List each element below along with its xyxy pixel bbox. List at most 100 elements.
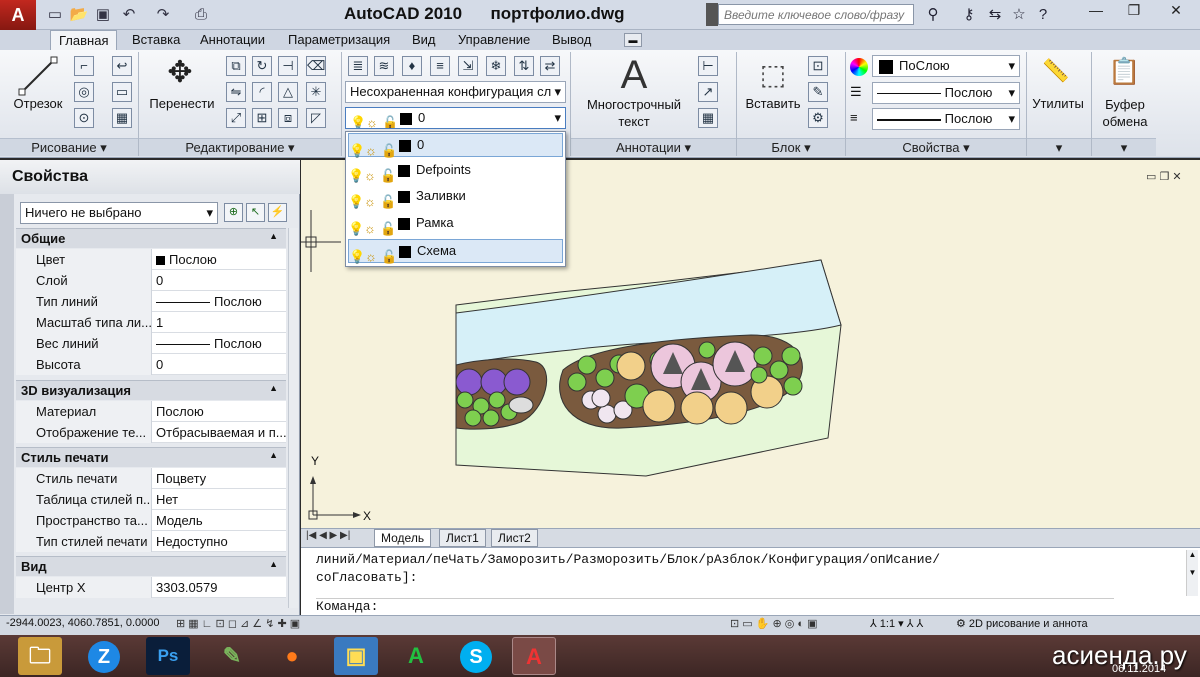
prop-row[interactable]: Тип линий Послою: [16, 291, 286, 312]
draw-panel-title[interactable]: Рисование ▾: [0, 138, 138, 156]
prop-row[interactable]: Отображение те... Отбрасываемая и п...: [16, 422, 286, 443]
prop-row[interactable]: Таблица стилей п... Нет: [16, 489, 286, 510]
selection-combo[interactable]: Ничего не выбрано ▾: [20, 202, 218, 224]
notepad-icon[interactable]: ✎: [210, 637, 254, 675]
clipboard-label[interactable]: Буфер обмена: [1094, 96, 1156, 130]
mtext-icon[interactable]: A: [616, 54, 652, 96]
prop-value[interactable]: Послою: [153, 291, 286, 312]
viewport-controls[interactable]: ▭ ❐ ✕: [1146, 170, 1182, 183]
prop-row[interactable]: Масштаб типа ли... 1: [16, 312, 286, 333]
layer-combo[interactable]: 💡☼ 🔓 0 ▾: [345, 107, 566, 129]
edit-block-icon[interactable]: ✎: [808, 82, 828, 102]
print-icon[interactable]: ⎙: [190, 4, 212, 26]
properties-panel-title[interactable]: Свойства ▾: [846, 138, 1026, 156]
prop-value[interactable]: Недоступно: [153, 531, 286, 552]
trim-icon[interactable]: ⊣: [278, 56, 298, 76]
layer-walk-icon[interactable]: ⇄: [540, 56, 560, 76]
tab-view[interactable]: Вид: [404, 30, 444, 50]
layer-off-icon[interactable]: ⇲: [458, 56, 478, 76]
color-combo[interactable]: ПоСлою ▾: [872, 55, 1020, 77]
prop-value[interactable]: 0: [153, 270, 286, 291]
circle-icon[interactable]: ◎: [74, 82, 94, 102]
a-app-icon[interactable]: A: [394, 637, 438, 675]
command-scrollbar[interactable]: ▲ ▼: [1186, 550, 1198, 596]
prop-value[interactable]: Послою: [153, 333, 286, 354]
section-general[interactable]: Общие ▲: [16, 228, 286, 248]
prop-row[interactable]: Вес линий Послою: [16, 333, 286, 354]
layer-isolate-icon[interactable]: ♦: [402, 56, 422, 76]
table-icon[interactable]: ▦: [698, 108, 718, 128]
prop-value[interactable]: Отбрасываемая и п...: [153, 422, 286, 443]
tab-home[interactable]: Главная: [50, 30, 118, 50]
exchange-icon[interactable]: ⇆: [984, 4, 1006, 26]
undo-icon[interactable]: ↶: [118, 4, 140, 26]
stretch-icon[interactable]: △: [278, 82, 298, 102]
z-app-icon[interactable]: Z: [82, 637, 126, 675]
prop-value[interactable]: Нет: [153, 489, 286, 510]
copy-icon[interactable]: ⧉: [226, 56, 246, 76]
layer-option[interactable]: 💡☼ 🔓 Схема: [348, 239, 563, 264]
quick-select-icon[interactable]: ⚡: [268, 203, 287, 222]
clipboard-icon[interactable]: 📋: [1108, 56, 1140, 92]
firefox-icon[interactable]: ●: [270, 637, 314, 675]
help-icon[interactable]: ?: [1032, 4, 1054, 26]
polyline-icon[interactable]: ⌐: [74, 56, 94, 76]
rectangle-icon[interactable]: ▭: [112, 82, 132, 102]
search-input[interactable]: Введите ключевое слово/фразу: [718, 4, 914, 25]
star-icon[interactable]: ☆: [1008, 4, 1030, 26]
mirror-icon[interactable]: ⇋: [226, 82, 246, 102]
tab-nav-arrows[interactable]: |◀ ◀ ▶ ▶|: [306, 530, 350, 541]
utilities-panel-title[interactable]: ▾: [1027, 138, 1091, 156]
scale-icon[interactable]: ⤢: [226, 108, 246, 128]
create-block-icon[interactable]: ⊡: [808, 56, 828, 76]
tab-annotate[interactable]: Аннотации: [192, 30, 273, 50]
ellipse-icon[interactable]: ⊙: [74, 108, 94, 128]
utilities-label[interactable]: Утилиты: [1026, 96, 1090, 111]
layer-freeze-icon[interactable]: ❄: [486, 56, 506, 76]
layer-option[interactable]: 💡☼ 🔓 Defpoints: [348, 159, 563, 183]
prop-row[interactable]: Пространство та... Модель: [16, 510, 286, 531]
tab-output[interactable]: Вывод: [544, 30, 599, 50]
new-file-icon[interactable]: ▭: [44, 4, 66, 26]
prop-value[interactable]: Послою: [153, 249, 286, 270]
array-icon[interactable]: ⊞: [252, 108, 272, 128]
linetype-combo[interactable]: Послою ▾: [872, 82, 1020, 104]
toggle-pickadd-icon[interactable]: ⊕: [224, 203, 243, 222]
prop-value[interactable]: 1: [153, 312, 286, 333]
command-prompt[interactable]: Команда:: [316, 598, 1114, 614]
prop-row[interactable]: Материал Послою: [16, 401, 286, 422]
key-icon[interactable]: ⚷: [958, 4, 980, 26]
annotation-scale[interactable]: ⅄ 1:1 ▾ ⅄ ⅄: [870, 617, 923, 630]
open-file-icon[interactable]: 📂: [68, 4, 90, 26]
section-view[interactable]: Вид ▲: [16, 556, 286, 576]
search-expand[interactable]: [706, 3, 718, 26]
layer-option[interactable]: 💡☼ 🔓 Рамка: [348, 212, 563, 236]
rotate-icon[interactable]: ↻: [252, 56, 272, 76]
close-icon[interactable]: ✕: [1156, 0, 1196, 22]
picture-viewer-icon[interactable]: ▣: [334, 637, 378, 675]
tab-layout1[interactable]: Лист1: [439, 529, 486, 547]
erase-icon[interactable]: ⌫: [306, 56, 326, 76]
explode-icon[interactable]: ✳: [306, 82, 326, 102]
autocad-taskbar-icon[interactable]: A: [512, 637, 556, 675]
redo-icon[interactable]: ↷: [152, 4, 174, 26]
arc-icon[interactable]: ↩: [112, 56, 132, 76]
insert-block-icon[interactable]: ⬚: [752, 56, 794, 94]
skype-icon[interactable]: S: [454, 637, 498, 675]
properties-scrollbar[interactable]: [288, 228, 298, 608]
hatch-icon[interactable]: ▦: [112, 108, 132, 128]
prop-row[interactable]: Центр X 3303.0579: [16, 577, 286, 598]
tab-model[interactable]: Модель: [374, 529, 432, 547]
ruler-icon[interactable]: 📏: [1038, 58, 1074, 88]
move-icon[interactable]: ✥: [162, 56, 198, 92]
prop-row[interactable]: Стиль печати Поцвету: [16, 468, 286, 489]
navigation-tools[interactable]: ⊡ ▭ ✋ ⊕ ◎ ◐ ▣: [730, 617, 818, 630]
application-menu-button[interactable]: A: [0, 0, 36, 30]
photoshop-icon[interactable]: Ps: [146, 637, 190, 675]
select-objects-icon[interactable]: ↖: [246, 203, 265, 222]
maximize-icon[interactable]: ❐: [1114, 0, 1154, 22]
chamfer-icon[interactable]: ◸: [306, 108, 326, 128]
minimize-icon[interactable]: —: [1076, 0, 1116, 22]
offset-icon[interactable]: ⧈: [278, 108, 298, 128]
dimension-icon[interactable]: ⊢: [698, 56, 718, 76]
